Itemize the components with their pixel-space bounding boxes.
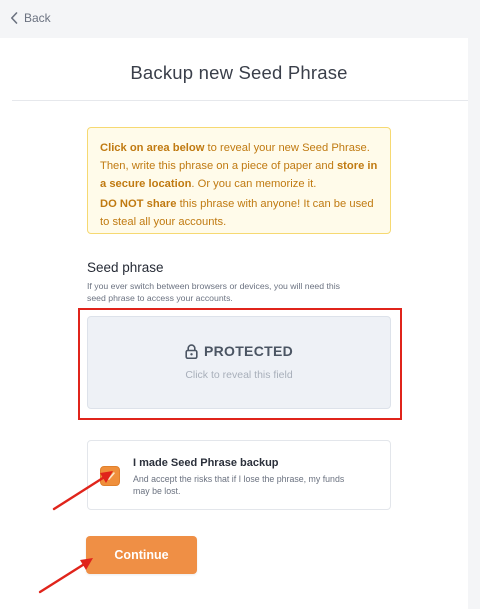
seed-phrase-label: Seed phrase <box>87 260 164 275</box>
back-label: Back <box>24 11 51 25</box>
backup-checkbox[interactable] <box>100 466 120 486</box>
backup-confirm-title: I made Seed Phrase backup <box>133 457 279 469</box>
continue-button[interactable]: Continue <box>86 536 197 574</box>
backup-confirm-card: I made Seed Phrase backup And accept the… <box>87 440 391 510</box>
chevron-left-icon <box>11 12 18 24</box>
protected-title-row: PROTECTED <box>88 343 390 359</box>
seed-phrase-help: If you ever switch between browsers or d… <box>87 281 341 303</box>
title-divider <box>12 100 468 101</box>
backup-confirm-subtitle: And accept the risks that if I lose the … <box>133 474 345 496</box>
notice-paragraph-2: DO NOT share this phrase with anyone! It… <box>100 195 378 231</box>
notice-text-b: . Or you can memorize it. <box>191 178 317 190</box>
top-bar: Back <box>0 0 480 38</box>
page-title: Backup new Seed Phrase <box>130 62 348 83</box>
protected-subtitle: Click to reveal this field <box>185 369 293 381</box>
lock-icon <box>185 343 198 359</box>
notice-paragraph-1: Click on area below to reveal your new S… <box>100 139 378 193</box>
protected-title: PROTECTED <box>203 343 294 359</box>
check-icon <box>105 472 115 480</box>
warning-notice: Click on area below to reveal your new S… <box>87 127 391 234</box>
notice-bold-click: Click on area below <box>100 142 205 154</box>
notice-bold-donotshare: DO NOT share <box>100 198 177 210</box>
back-button[interactable]: Back <box>10 9 51 27</box>
protected-reveal-area[interactable]: PROTECTED Click to reveal this field <box>87 316 391 409</box>
